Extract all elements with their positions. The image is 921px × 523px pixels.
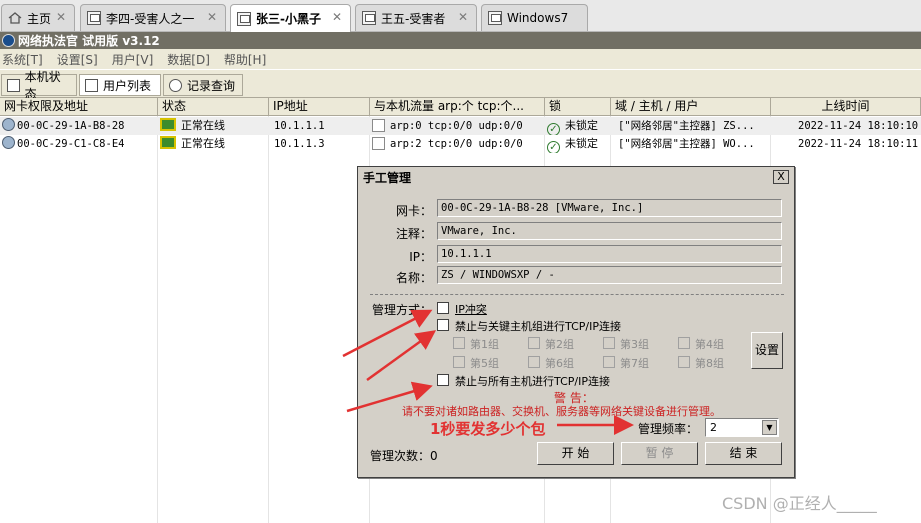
annotation-arrows <box>342 309 634 435</box>
arrow-to-block-key <box>366 330 437 382</box>
arrow-to-block-all <box>346 381 433 413</box>
annotation-text: 1秒要发多少个包 <box>430 420 546 438</box>
watermark: CSDN @正经人_____ <box>722 494 877 513</box>
arrow-to-ip-conflict <box>342 309 433 358</box>
